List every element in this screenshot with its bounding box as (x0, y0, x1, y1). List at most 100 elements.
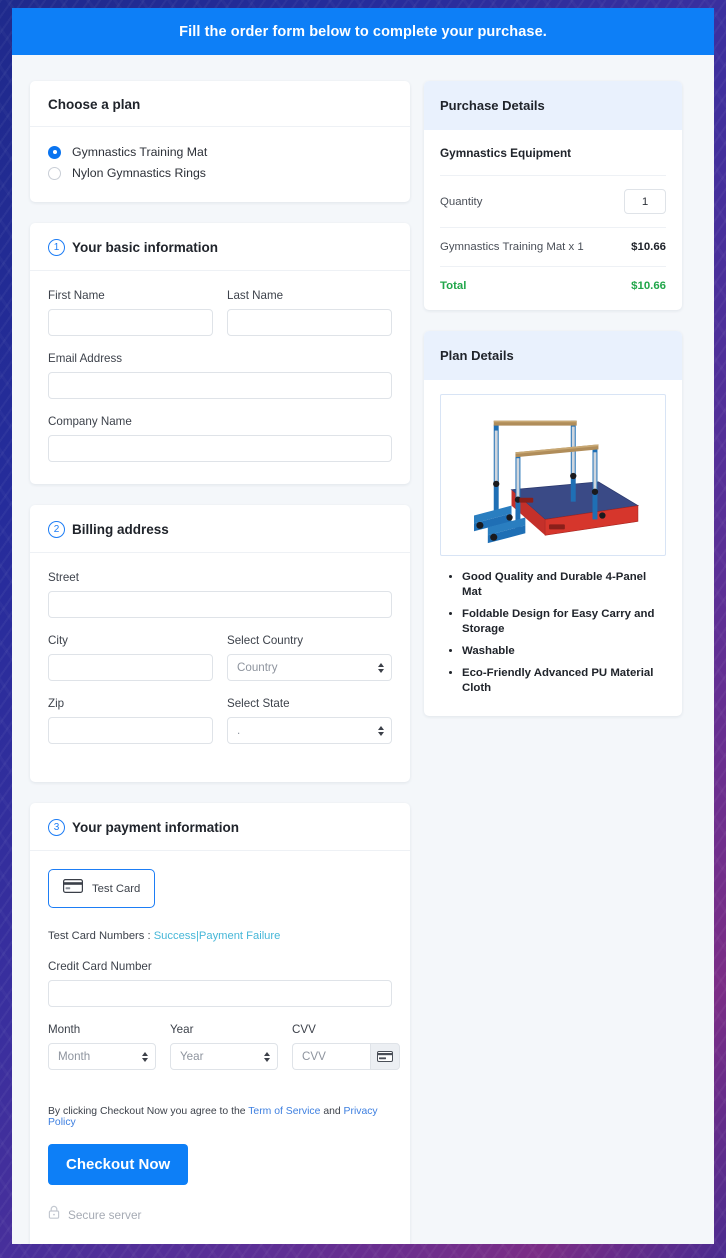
plan-option-gymnastics-training-mat[interactable]: Gymnastics Training Mat (48, 145, 392, 159)
quantity-label: Quantity (440, 195, 483, 208)
summary-column: Purchase Details Gymnastics Equipment Qu… (424, 81, 682, 737)
total-row: Total $10.66 (440, 266, 666, 310)
plan-feature-item: Eco-Friendly Advanced PU Material Cloth (462, 666, 666, 696)
credit-card-back-icon (377, 1051, 393, 1062)
agreement-prefix: By clicking Checkout Now you agree to th… (48, 1106, 246, 1117)
basic-information-title: Your basic information (72, 240, 219, 255)
test-card-button[interactable]: Test Card (48, 869, 156, 908)
choose-plan-title: Choose a plan (48, 97, 141, 112)
secure-server-label: Secure server (68, 1207, 142, 1222)
choose-plan-card: Choose a plan Gymnastics Training Mat Ny… (30, 81, 410, 202)
quantity-row: Quantity (440, 175, 666, 227)
billing-address-header: 2 Billing address (30, 505, 410, 553)
street-input[interactable] (48, 591, 392, 618)
cvv-label: CVV (292, 1023, 316, 1036)
test-numbers-failure-link[interactable]: Payment Failure (199, 930, 280, 942)
plan-feature-list: Good Quality and Durable 4-Panel Mat Fol… (440, 570, 666, 696)
email-field-group: Email Address (48, 352, 392, 399)
cvv-card-icon-button[interactable] (370, 1043, 400, 1070)
year-select[interactable]: Year (170, 1043, 278, 1070)
test-numbers-prefix: Test Card Numbers : (48, 930, 151, 942)
city-field-group: City (48, 634, 213, 681)
radio-icon-unselected[interactable] (48, 166, 61, 180)
step-badge-1: 1 (48, 239, 65, 256)
plan-option-nylon-gymnastics-rings[interactable]: Nylon Gymnastics Rings (48, 166, 392, 180)
email-input[interactable] (48, 372, 392, 399)
company-name-label: Company Name (48, 415, 132, 428)
credit-card-icon (63, 879, 83, 898)
company-field-group: Company Name (48, 415, 392, 462)
month-select[interactable]: Month (48, 1043, 156, 1070)
credit-card-number-field-group: Credit Card Number (48, 960, 392, 1007)
banner-title: Fill the order form below to complete yo… (179, 23, 547, 40)
last-name-field-group: Last Name (227, 289, 392, 352)
purchase-details-title: Purchase Details (440, 98, 545, 113)
agreement-and: and (323, 1106, 341, 1117)
lock-icon (48, 1205, 60, 1224)
product-group-label: Gymnastics Equipment (440, 146, 572, 160)
state-field-group: Select State . (227, 697, 392, 760)
select-state-label: Select State (227, 697, 290, 710)
plan-details-header: Plan Details (424, 331, 682, 380)
payment-information-body: Test Card Test Card Numbers : Success|Pa… (30, 851, 410, 1244)
year-field-group: Year Year (170, 1023, 278, 1070)
plan-option-label: Nylon Gymnastics Rings (72, 166, 206, 180)
month-label: Month (48, 1023, 81, 1036)
test-numbers-success-link[interactable]: Success (154, 930, 196, 942)
checkout-now-button[interactable]: Checkout Now (48, 1144, 189, 1185)
country-select[interactable]: Country (227, 654, 392, 681)
choose-plan-body: Gymnastics Training Mat Nylon Gymnastics… (30, 127, 410, 202)
gymnastics-bars-illustration (454, 395, 652, 555)
plan-details-title: Plan Details (440, 348, 514, 363)
payment-information-card: 3 Your payment information Test Card Tes… (30, 803, 410, 1244)
basic-information-card: 1 Your basic information First Name Last… (30, 223, 410, 484)
first-name-field-group: First Name (48, 289, 213, 336)
plan-feature-item: Washable (462, 644, 666, 659)
product-image (440, 394, 666, 556)
payment-information-title: Your payment information (72, 820, 240, 835)
country-field-group: Select Country Country (227, 634, 392, 697)
purchase-details-panel: Purchase Details Gymnastics Equipment Qu… (424, 81, 682, 310)
last-name-input[interactable] (227, 309, 392, 336)
line-item-row: Gymnastics Training Mat x 1 $10.66 (440, 227, 666, 266)
test-card-label: Test Card (92, 882, 141, 895)
purchase-details-body: Gymnastics Equipment Quantity Gymnastics… (424, 130, 682, 310)
step-badge-3: 3 (48, 819, 65, 836)
year-label: Year (170, 1023, 194, 1036)
form-column: Choose a plan Gymnastics Training Mat Ny… (30, 81, 410, 1244)
credit-card-number-input[interactable] (48, 980, 392, 1007)
city-input[interactable] (48, 654, 213, 681)
radio-icon-selected[interactable] (48, 145, 61, 159)
billing-address-body: Street City Select Country Country Zip S… (30, 553, 410, 782)
last-name-label: Last Name (227, 289, 284, 302)
billing-address-title: Billing address (72, 522, 169, 537)
cvv-input[interactable] (292, 1043, 370, 1070)
street-label: Street (48, 571, 79, 584)
zip-label: Zip (48, 697, 65, 710)
quantity-input[interactable] (624, 189, 666, 214)
billing-address-card: 2 Billing address Street City Select Cou… (30, 505, 410, 782)
purchase-details-header: Purchase Details (424, 81, 682, 130)
basic-information-header: 1 Your basic information (30, 223, 410, 271)
terms-of-service-link[interactable]: Term of Service (248, 1106, 320, 1117)
line-item-price: $10.66 (631, 241, 666, 253)
page-container: Fill the order form below to complete yo… (12, 8, 714, 1244)
select-country-label: Select Country (227, 634, 304, 647)
credit-card-number-label: Credit Card Number (48, 960, 152, 973)
zip-input[interactable] (48, 717, 213, 744)
line-item-label: Gymnastics Training Mat x 1 (440, 241, 584, 253)
city-label: City (48, 634, 68, 647)
first-name-input[interactable] (48, 309, 213, 336)
terms-agreement-text: By clicking Checkout Now you agree to th… (48, 1106, 392, 1128)
cvv-field-group: CVV (292, 1023, 400, 1086)
plan-feature-item: Good Quality and Durable 4-Panel Mat (462, 570, 666, 600)
secure-server-row: Secure server (48, 1205, 392, 1224)
top-banner: Fill the order form below to complete yo… (12, 8, 714, 55)
zip-field-group: Zip (48, 697, 213, 744)
state-select[interactable]: . (227, 717, 392, 744)
total-price: $10.66 (631, 280, 666, 292)
email-label: Email Address (48, 352, 123, 365)
company-name-input[interactable] (48, 435, 392, 462)
plan-details-body: Good Quality and Durable 4-Panel Mat Fol… (424, 394, 682, 696)
street-field-group: Street (48, 571, 392, 618)
